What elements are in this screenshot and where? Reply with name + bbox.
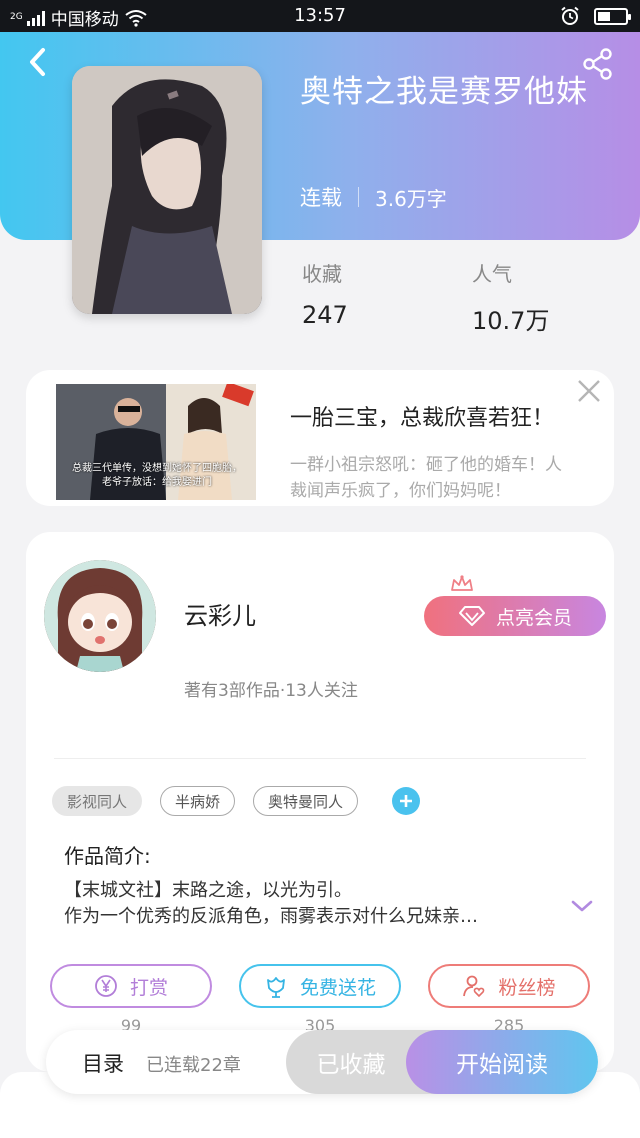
status-right — [560, 6, 631, 26]
clock: 13:57 — [294, 5, 346, 26]
ad-banner[interactable]: 总裁三代单传，没想到她怀了四胞胎， 老爷子放话：给我娶进门 一胎三宝，总裁欣喜若… — [26, 370, 614, 506]
stat-value: 10.7万 — [472, 307, 550, 335]
activate-vip-button[interactable]: 点亮会员 — [424, 596, 606, 636]
fan-ranking-label: 粉丝榜 — [498, 976, 556, 999]
close-icon — [578, 380, 600, 402]
book-meta: 连载 3.6万字 — [300, 182, 447, 212]
intro-label: 作品简介: — [64, 844, 151, 868]
send-flower-button[interactable]: 免费送花 — [239, 964, 401, 1008]
back-button[interactable] — [22, 44, 52, 80]
favorited-label: 已收藏 — [316, 1052, 386, 1078]
action-buttons: 打赏 免费送花 粉丝榜 — [50, 964, 590, 1008]
battery-icon — [594, 7, 631, 25]
ad-description-line: 一群小祖宗怒吼：砸了他的婚车！人 — [290, 455, 562, 475]
avatar-illustration — [44, 560, 156, 672]
table-of-contents-button[interactable]: 目录 — [82, 1048, 124, 1078]
stat-label: 人气 — [472, 262, 512, 286]
intro-text: 【末城文社】末路之途，以光为引。 作为一个优秀的反派角色，雨雾表示对什么兄妹亲… — [64, 878, 544, 930]
flower-icon — [267, 977, 285, 998]
cover-illustration — [72, 66, 262, 314]
author-name[interactable]: 云彩儿 — [184, 596, 256, 631]
meta-separator — [358, 187, 359, 207]
ad-title: 一胎三宝，总裁欣喜若狂！ — [290, 406, 555, 431]
stat-favorites: 收藏 247 — [302, 258, 348, 329]
start-reading-button[interactable]: 开始阅读 — [406, 1030, 598, 1094]
status-bar: 2G 中国移动 13:57 — [0, 0, 640, 32]
plus-icon — [400, 795, 413, 807]
ad-description-line: 裁闻声乐疯了，你们妈妈呢！ — [290, 481, 511, 501]
chapter-status[interactable]: 已连载22章 — [146, 1051, 241, 1077]
ad-image-caption: 总裁三代单传，没想到她怀了四胞胎， 老爷子放话：给我娶进门 — [62, 462, 252, 490]
tag-chip[interactable]: 影视同人 — [52, 786, 143, 816]
diamond-icon — [458, 606, 485, 626]
send-flower-label: 免费送花 — [299, 976, 376, 999]
ad-image: 总裁三代单传，没想到她怀了四胞胎， 老爷子放话：给我娶进门 — [56, 384, 256, 500]
serial-status: 连载 — [300, 186, 342, 210]
back-arrow-icon — [30, 48, 45, 76]
chevron-down-icon — [571, 900, 593, 912]
crown-icon — [451, 575, 473, 591]
fan-ranking-button[interactable]: 粉丝榜 — [428, 964, 590, 1008]
tag-chip[interactable]: 半病娇 — [160, 786, 236, 816]
start-reading-label: 开始阅读 — [456, 1052, 548, 1078]
expand-intro-button[interactable] — [570, 898, 594, 914]
intro-line: 【末城文社】末路之途，以光为引。 — [64, 880, 352, 901]
bottom-action-bar: 目录 已连载22章 已收藏 开始阅读 — [46, 1030, 598, 1094]
user-heart-icon — [463, 975, 485, 998]
ad-close-button[interactable] — [576, 378, 602, 404]
word-count: 3.6万字 — [375, 186, 447, 211]
reward-label: 打赏 — [129, 976, 168, 999]
reward-button[interactable]: 打赏 — [50, 964, 212, 1008]
ad-caption-line: 总裁三代单传，没想到她怀了四胞胎， — [72, 463, 242, 474]
author-card: 云彩儿 点亮会员 著有3部作品·13人关注 影视同人 半病娇 奥特曼同人 作品简… — [26, 532, 614, 1072]
stat-value: 247 — [302, 301, 348, 329]
intro-line: 作为一个优秀的反派角色，雨雾表示对什么兄妹亲… — [64, 906, 478, 927]
stat-label: 收藏 — [302, 262, 342, 286]
divider — [54, 758, 586, 759]
ad-description: 一群小祖宗怒吼：砸了他的婚车！人 裁闻声乐疯了，你们妈妈呢！ — [290, 452, 614, 504]
ad-caption-line: 老爷子放话：给我娶进门 — [102, 477, 212, 488]
author-avatar[interactable] — [44, 560, 156, 672]
stat-popularity: 人气 10.7万 — [472, 258, 549, 336]
vip-label: 点亮会员 — [495, 606, 572, 629]
tag-list: 影视同人 半病娇 奥特曼同人 — [52, 786, 421, 816]
book-cover[interactable] — [72, 66, 262, 314]
tag-chip[interactable]: 奥特曼同人 — [253, 786, 359, 816]
add-tag-button[interactable] — [392, 787, 421, 815]
author-info: 著有3部作品·13人关注 — [184, 681, 358, 701]
yen-coin-icon — [95, 975, 117, 997]
alarm-icon — [561, 6, 579, 25]
book-title: 奥特之我是赛罗他妹 — [300, 74, 588, 110]
